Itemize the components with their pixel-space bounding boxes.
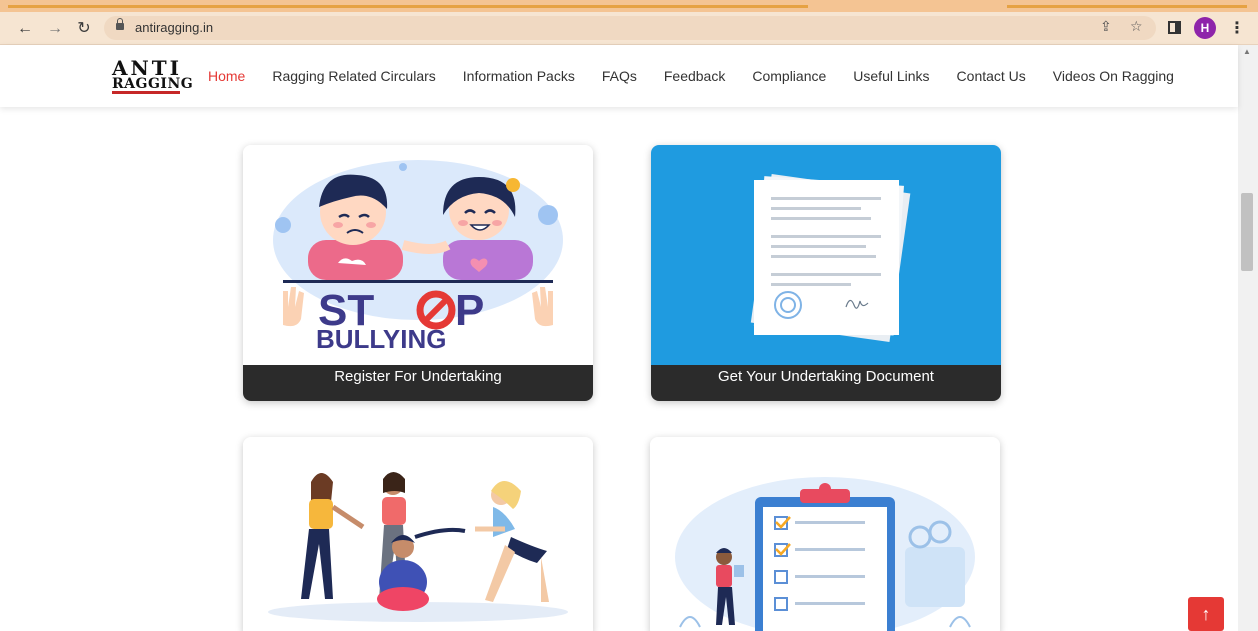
scroll-up-icon[interactable]: ▲: [1243, 47, 1251, 56]
profile-avatar[interactable]: H: [1194, 17, 1216, 39]
nav-information-packs[interactable]: Information Packs: [463, 68, 575, 84]
nav-videos-on-ragging[interactable]: Videos On Ragging: [1053, 68, 1174, 84]
site-header: ANTI RAGGING Home Ragging Related Circul…: [0, 45, 1238, 107]
back-arrow-icon[interactable]: ←: [14, 18, 36, 40]
document-illustration: [651, 145, 1001, 365]
nav-useful-links[interactable]: Useful Links: [853, 68, 929, 84]
nav-contact-us[interactable]: Contact Us: [957, 68, 1026, 84]
register-undertaking-card[interactable]: ST P BULLYING Register For Undertaking: [243, 145, 593, 401]
tab-highlight: [1007, 5, 1247, 8]
scroll-to-top-button[interactable]: ↑: [1188, 597, 1224, 631]
forward-arrow-icon[interactable]: →: [44, 18, 66, 40]
stop-end-text: P: [455, 286, 484, 335]
logo-underline: [112, 91, 180, 94]
ragging-awareness-card[interactable]: [243, 437, 593, 631]
tab-highlight: [8, 5, 808, 8]
logo-line2: RAGGING: [112, 76, 194, 92]
card-caption[interactable]: Register For Undertaking: [243, 365, 593, 401]
page-scrollbar[interactable]: ▲: [1238, 45, 1258, 631]
site-logo[interactable]: ANTI RAGGING: [112, 56, 193, 96]
reload-icon[interactable]: ↻: [73, 18, 95, 40]
main-nav: Home Ragging Related Circulars Informati…: [208, 45, 1201, 107]
ragging-scene-illustration: [243, 437, 593, 631]
share-icon[interactable]: ⇪: [1100, 18, 1112, 35]
nav-compliance[interactable]: Compliance: [752, 68, 826, 84]
browser-tab-strip: [0, 0, 1258, 12]
scrollbar-thumb[interactable]: [1241, 193, 1253, 271]
stop-bullying-illustration: ST P BULLYING: [243, 145, 593, 365]
lock-icon[interactable]: [116, 18, 124, 32]
bookmark-star-icon[interactable]: ☆: [1130, 18, 1143, 35]
browser-toolbar: ← → ↻ antiragging.in ⇪ ☆ H ⋮: [0, 12, 1258, 45]
checklist-card[interactable]: [650, 437, 1000, 631]
url-text[interactable]: antiragging.in: [135, 20, 213, 35]
nav-faqs[interactable]: FAQs: [602, 68, 637, 84]
address-bar[interactable]: antiragging.in ⇪ ☆: [104, 16, 1156, 40]
nav-home[interactable]: Home: [208, 68, 245, 84]
card-caption[interactable]: Get Your Undertaking Document: [651, 365, 1001, 401]
bullying-text: BULLYING: [316, 324, 447, 354]
kebab-menu-icon[interactable]: ⋮: [1229, 18, 1245, 38]
nav-ragging-related-circulars[interactable]: Ragging Related Circulars: [272, 68, 435, 84]
checklist-illustration: [650, 437, 1000, 631]
get-undertaking-document-card[interactable]: Get Your Undertaking Document: [651, 145, 1001, 401]
side-panel-icon[interactable]: [1168, 21, 1181, 34]
nav-feedback[interactable]: Feedback: [664, 68, 725, 84]
